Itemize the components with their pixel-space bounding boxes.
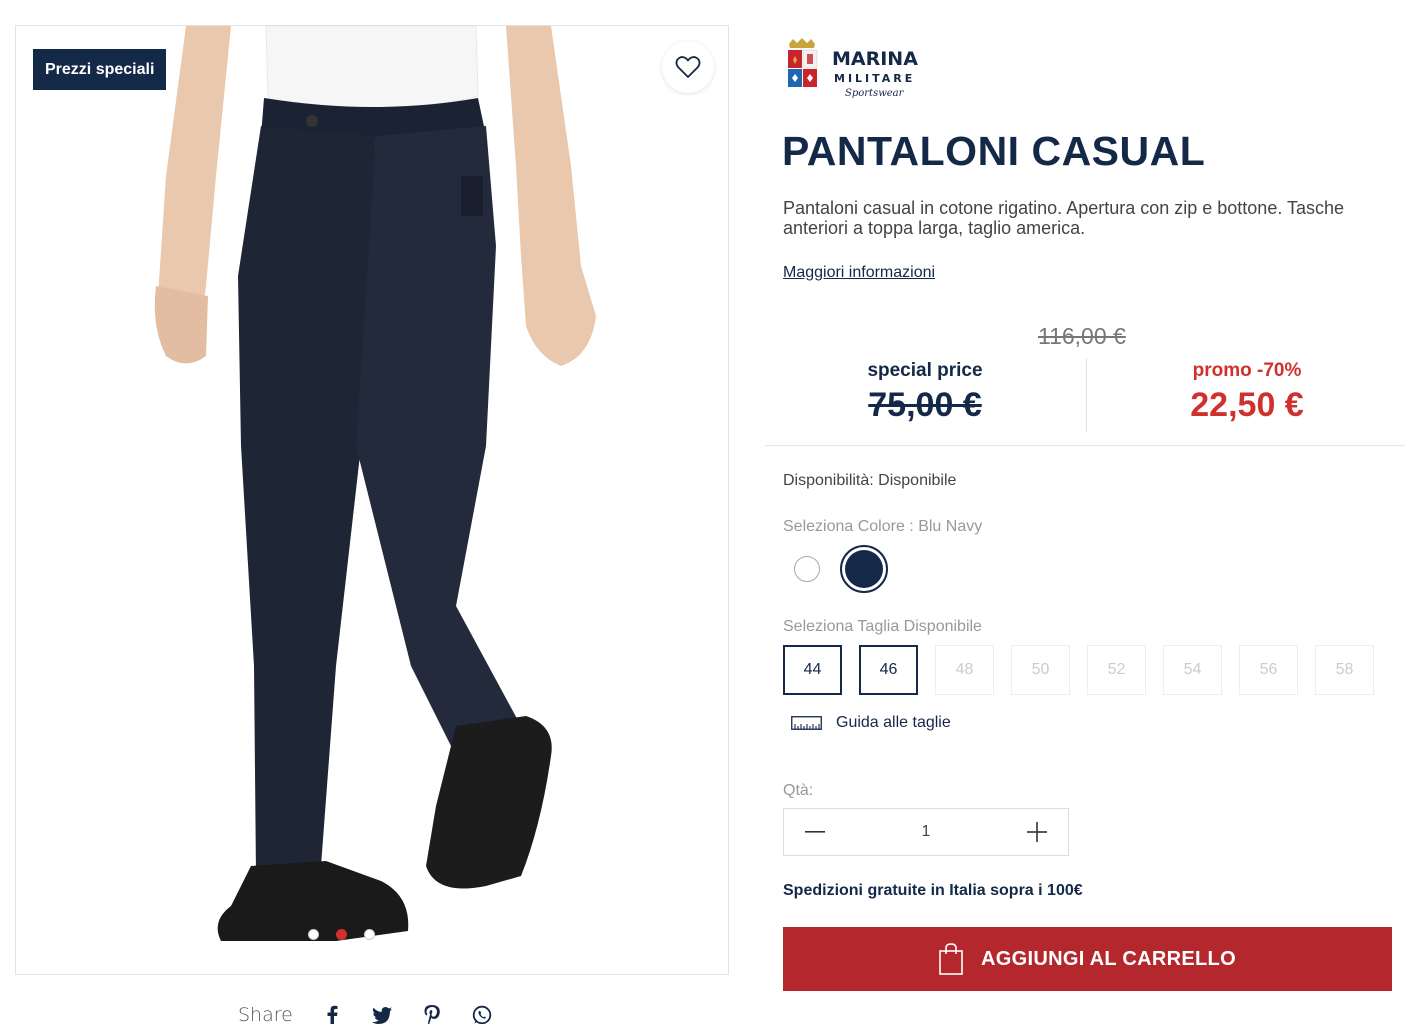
color-swatch-navy-fill <box>845 550 883 588</box>
size-selector: 44 46 48 50 52 54 56 58 <box>783 645 1374 695</box>
color-swatch-white[interactable] <box>794 556 820 582</box>
quantity-input[interactable] <box>876 823 976 841</box>
product-image <box>154 26 596 941</box>
marina-militare-logo: MARINA MILITARE Sportswear <box>788 38 918 99</box>
ruler-icon <box>791 716 822 730</box>
quantity-label: Qtà: <box>783 782 814 799</box>
availability-status: Disponibilità: Disponibile <box>783 472 957 489</box>
wishlist-button[interactable] <box>662 41 714 93</box>
size-option[interactable]: 44 <box>783 645 842 695</box>
minus-icon <box>805 831 825 833</box>
size-label: Seleziona Taglia Disponibile <box>783 618 982 635</box>
size-guide-label: Guida alle taglie <box>836 714 951 731</box>
special-price-badge: Prezzi speciali <box>33 49 167 90</box>
plus-icon <box>1027 822 1047 842</box>
brand-logo[interactable]: MARINA MILITARE Sportswear <box>783 38 923 104</box>
special-price-label: special price <box>867 360 983 381</box>
share-bar: Share <box>238 1004 493 1024</box>
quantity-increase-button[interactable] <box>1006 809 1068 855</box>
shopping-bag-icon <box>939 943 963 975</box>
promo-label: promo -70% <box>1192 360 1302 381</box>
size-option-disabled: 48 <box>935 645 994 695</box>
size-option-disabled: 50 <box>1011 645 1070 695</box>
special-price-column: special price 75,00 € <box>765 358 1085 425</box>
product-description: Pantaloni casual in cotone rigatino. Ape… <box>783 198 1345 238</box>
whatsapp-icon[interactable] <box>471 1004 493 1024</box>
more-info-link[interactable]: Maggiori informazioni <box>783 264 935 282</box>
original-price: 116,00 € <box>1038 323 1126 349</box>
size-option-disabled: 58 <box>1315 645 1374 695</box>
special-price-value: 75,00 € <box>868 386 982 424</box>
size-option[interactable]: 46 <box>859 645 918 695</box>
twitter-icon[interactable] <box>371 1004 393 1024</box>
quantity-decrease-button[interactable] <box>784 809 846 855</box>
color-swatch-navy-selected[interactable] <box>840 545 888 593</box>
price-block: special price 75,00 € promo -70% 22,50 € <box>765 358 1405 446</box>
size-option-disabled: 56 <box>1239 645 1298 695</box>
free-shipping-notice: Spedizioni gratuite in Italia sopra i 10… <box>783 882 1083 899</box>
promo-price-column: promo -70% 22,50 € <box>1087 358 1405 425</box>
heart-icon <box>675 56 701 78</box>
product-title: PANTALONI CASUAL <box>782 128 1206 174</box>
brand-name-line3: Sportswear <box>845 88 905 99</box>
pinterest-icon[interactable] <box>421 1004 443 1024</box>
size-option-disabled: 52 <box>1087 645 1146 695</box>
facebook-icon[interactable] <box>321 1004 343 1024</box>
add-to-cart-label: AGGIUNGI AL CARRELLO <box>981 947 1236 970</box>
brand-name-line2: MILITARE <box>834 72 915 85</box>
quantity-stepper <box>783 808 1069 856</box>
color-swatches <box>783 545 888 593</box>
add-to-cart-button[interactable]: AGGIUNGI AL CARRELLO <box>783 927 1392 991</box>
size-option-disabled: 54 <box>1163 645 1222 695</box>
share-label: Share <box>238 1004 293 1024</box>
carousel-dot[interactable] <box>364 929 375 940</box>
brand-name-line1: MARINA <box>832 48 918 70</box>
carousel-dots <box>308 929 375 940</box>
promo-price-value: 22,50 € <box>1190 386 1304 424</box>
color-label: Seleziona Colore : Blu Navy <box>783 518 983 535</box>
carousel-dot[interactable] <box>308 929 319 940</box>
product-gallery: Prezzi speciali <box>15 25 729 975</box>
carousel-dot-active[interactable] <box>336 929 347 940</box>
size-guide-link[interactable]: Guida alle taglie <box>791 714 951 732</box>
